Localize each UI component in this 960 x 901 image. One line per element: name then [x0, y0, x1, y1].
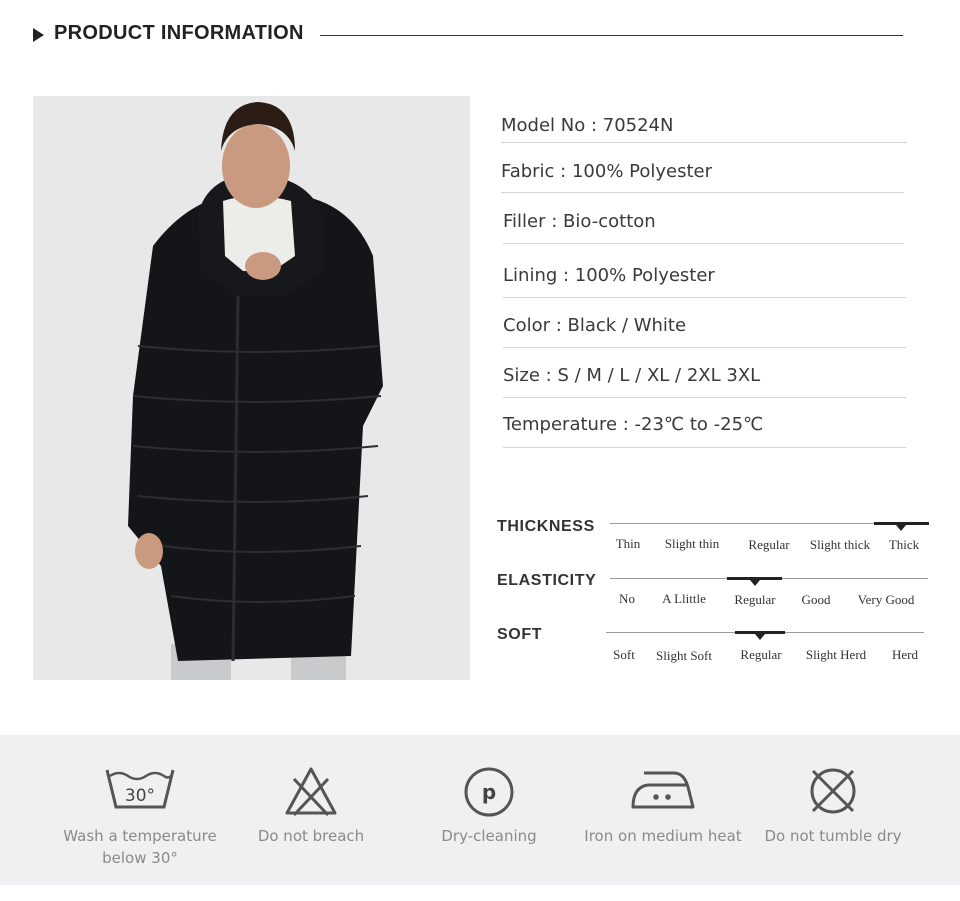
- soft-option: Herd: [892, 647, 918, 662]
- care-label-line2: below 30°: [102, 849, 178, 867]
- elasticity-option: No: [619, 591, 635, 606]
- care-instructions: 30° Wash a temperature below 30° Do not …: [0, 735, 960, 885]
- care-item-iron: Iron on medium heat: [578, 735, 748, 885]
- no-tumble-dry-icon: [810, 768, 856, 814]
- spec-fabric: Fabric : 100% Polyester: [501, 161, 713, 182]
- spec-divider: [501, 192, 904, 193]
- spec-size: Size : S / M / L / XL / 2XL 3XL: [503, 365, 761, 386]
- header-divider: [320, 35, 903, 36]
- no-bleach-icon: [285, 767, 337, 817]
- section-title: PRODUCT INFORMATION: [54, 22, 304, 44]
- svg-text:30°: 30°: [125, 786, 155, 806]
- spec-divider: [503, 347, 906, 348]
- scale-label-thickness: THICKNESS: [497, 518, 595, 535]
- spec-divider: [503, 243, 904, 244]
- section-header: PRODUCT INFORMATION: [33, 22, 913, 48]
- elasticity-option: Good: [801, 592, 831, 607]
- spec-temperature: Temperature : -23℃ to -25℃: [503, 414, 764, 435]
- spec-divider: [503, 397, 906, 398]
- care-item-no-tumble: Do not tumble dry: [748, 735, 918, 885]
- model-in-jacket-image: [33, 96, 470, 680]
- thickness-option: Thin: [615, 536, 641, 551]
- svg-text:p: p: [482, 780, 496, 804]
- spec-lining: Lining : 100% Polyester: [503, 265, 715, 286]
- thickness-option: Slight thick: [809, 537, 871, 552]
- elasticity-option: A Llittle: [662, 591, 706, 606]
- care-item-wash: 30° Wash a temperature below 30°: [55, 735, 225, 885]
- triangle-bullet-icon: [33, 28, 44, 42]
- soft-option: Soft: [613, 647, 635, 662]
- dry-clean-icon: p: [464, 767, 514, 817]
- soft-option: Regular: [740, 647, 782, 662]
- spec-divider: [501, 142, 907, 143]
- soft-option: Slight Soft: [656, 648, 712, 663]
- scale-label-elasticity: ELASTICITY: [497, 572, 597, 589]
- care-label-line1: Wash a temperature: [63, 827, 217, 845]
- thickness-marker-icon: [896, 525, 906, 531]
- elasticity-option: Very Good: [857, 592, 915, 607]
- thickness-option: Regular: [748, 537, 790, 552]
- care-label-line1: Dry-cleaning: [441, 827, 537, 845]
- thickness-option: Slight thin: [664, 536, 720, 551]
- care-label-line1: Iron on medium heat: [584, 827, 742, 845]
- wash-30-icon: 30°: [105, 769, 175, 809]
- care-label-line1: Do not breach: [257, 827, 365, 845]
- care-label-line1: Do not tumble dry: [764, 827, 902, 845]
- spec-color: Color : Black / White: [503, 315, 687, 336]
- thickness-option: Thick: [888, 537, 920, 552]
- soft-option: Slight Herd: [805, 647, 867, 662]
- spec-model-no: Model No : 70524N: [501, 115, 674, 136]
- elasticity-option: Regular: [734, 592, 776, 607]
- soft-marker-icon: [755, 634, 765, 640]
- spec-divider: [503, 297, 906, 298]
- spec-divider: [503, 447, 906, 448]
- iron-medium-icon: [631, 771, 695, 809]
- elasticity-marker-icon: [750, 580, 760, 586]
- spec-filler: Filler : Bio-cotton: [503, 211, 656, 232]
- care-item-no-bleach: Do not breach: [226, 735, 396, 885]
- scale-label-soft: SOFT: [497, 626, 543, 643]
- product-photo: [33, 96, 470, 680]
- care-item-dry-clean: p Dry-cleaning: [404, 735, 574, 885]
